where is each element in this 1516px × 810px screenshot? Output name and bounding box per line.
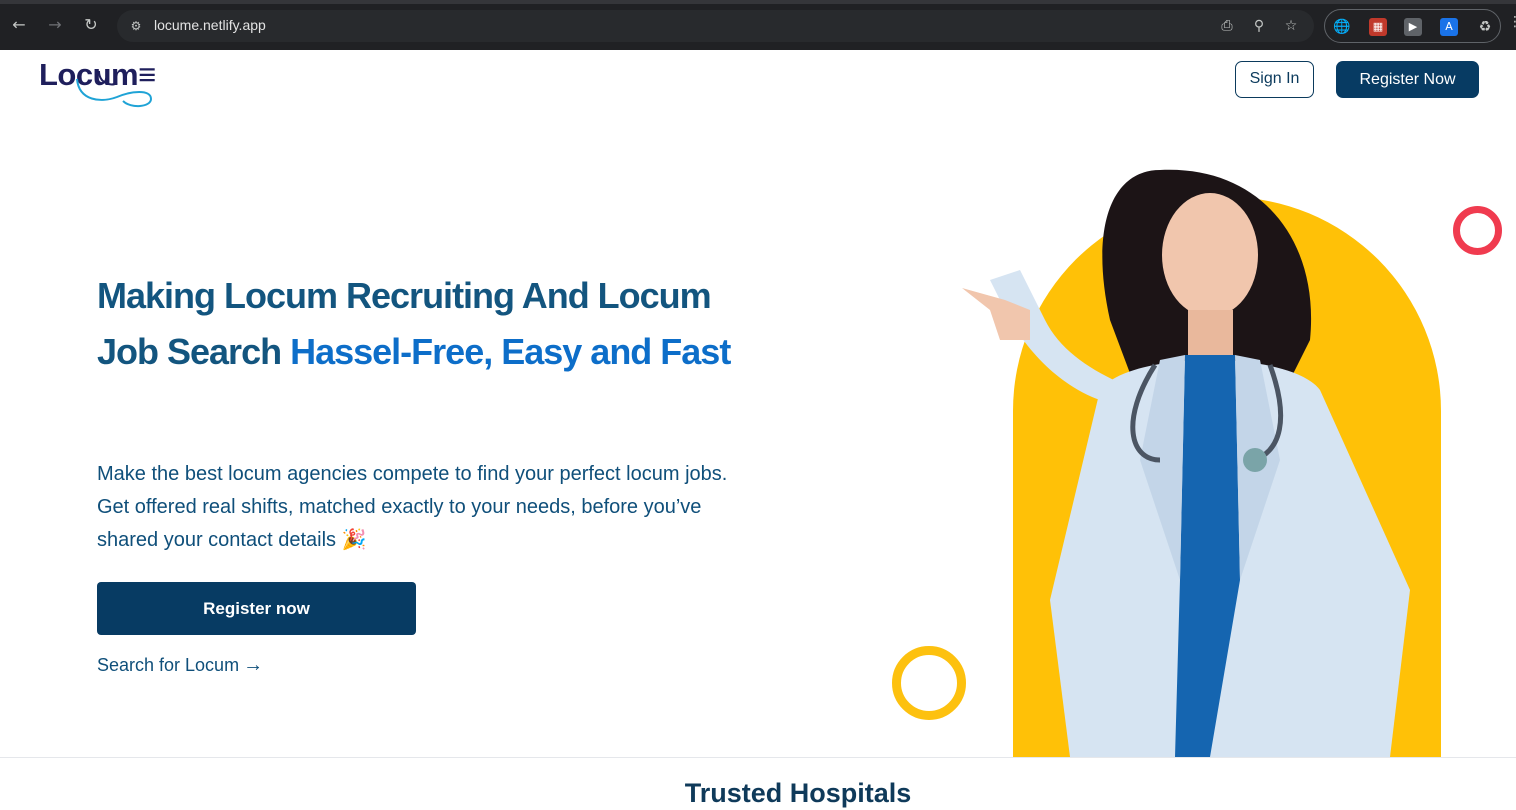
browser-toolbar: ← → ↻ ⚙ locume.netlify.app ⎙ ⚲ ☆ 🌐 ▦ ▶ A…	[0, 0, 1516, 50]
register-now-button[interactable]: Register Now	[1336, 61, 1479, 98]
chrome-menu-icon[interactable]: ⋮	[1508, 14, 1516, 36]
hero-title-accent: Hassel-Free, Easy and Fast	[290, 331, 731, 372]
bookmark-star-icon[interactable]: ☆	[1281, 16, 1301, 36]
tab-strip	[0, 0, 1516, 4]
search-for-locum-link[interactable]: Search for Locum →	[97, 654, 263, 677]
hero-title: Making Locum Recruiting And Locum Job Se…	[97, 268, 737, 380]
locume-logo[interactable]: Locum≡	[39, 57, 179, 109]
translate-extension-icon[interactable]: A	[1440, 18, 1458, 36]
extensions-group: 🌐 ▦ ▶ A ♻	[1324, 9, 1501, 43]
globe-extension-icon[interactable]: 🌐	[1333, 18, 1351, 36]
hero-subtitle: Make the best locum agencies compete to …	[97, 463, 728, 551]
back-icon[interactable]: ←	[8, 14, 30, 36]
install-app-icon[interactable]: ⎙	[1217, 16, 1237, 36]
trusted-hospitals-title: Trusted Hospitals	[684, 778, 912, 808]
forward-icon[interactable]: →	[44, 14, 66, 36]
sign-in-button[interactable]: Sign In	[1235, 61, 1314, 98]
address-bar[interactable]: ⚙ locume.netlify.app ⎙ ⚲ ☆	[117, 10, 1314, 42]
zoom-icon[interactable]: ⚲	[1249, 16, 1269, 36]
section-divider	[0, 757, 1516, 758]
reload-icon[interactable]: ↻	[80, 14, 102, 36]
site-info-icon[interactable]: ⚙	[125, 15, 147, 37]
doctor-illustration	[962, 169, 1410, 757]
arrow-right-icon: →	[243, 654, 264, 676]
yellow-ring-decoration	[892, 646, 966, 720]
extensions-puzzle-icon[interactable]: ♻	[1476, 18, 1494, 36]
grid-extension-icon[interactable]: ▦	[1369, 18, 1387, 36]
register-now-cta-button[interactable]: Register now	[97, 582, 416, 635]
red-ring-decoration	[1453, 206, 1502, 255]
stethoscope-logo-icon	[76, 70, 153, 107]
video-extension-icon[interactable]: ▶	[1404, 18, 1422, 36]
search-link-label: Search for Locum	[97, 655, 240, 675]
url-text[interactable]: locume.netlify.app	[154, 17, 266, 33]
